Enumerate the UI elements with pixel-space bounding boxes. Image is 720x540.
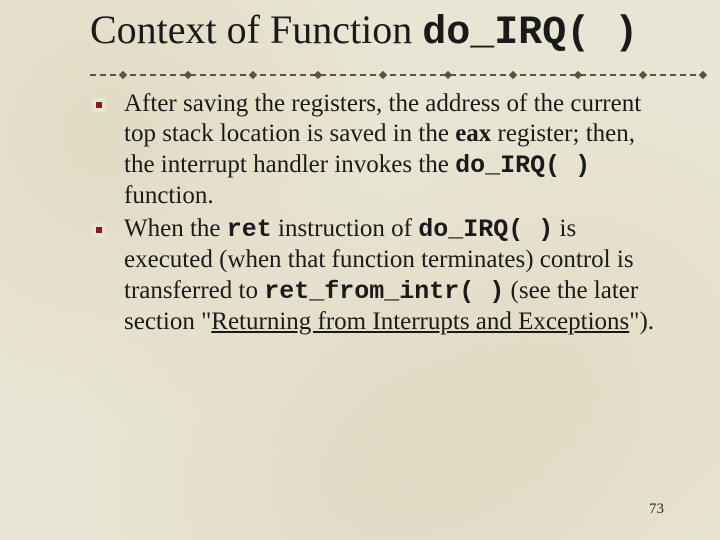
cross-reference-link: Returning from Interrupts and Exceptions (211, 308, 629, 335)
slide: Context of Function do_IRQ( ) After savi… (0, 0, 720, 540)
code-text: do_IRQ( ) (455, 151, 590, 180)
body-text: When the (124, 215, 227, 242)
emphasis-text: eax (455, 120, 491, 147)
body-text: "). (629, 308, 654, 335)
code-text: ret (227, 215, 272, 244)
body-text: function. (124, 182, 214, 209)
body-text: instruction of (272, 215, 419, 242)
list-item: After saving the registers, the address … (124, 89, 668, 212)
title-prefix: Context of Function (90, 7, 422, 52)
bullet-list: After saving the registers, the address … (90, 89, 680, 338)
list-item: When the ret instruction of do_IRQ( ) is… (124, 214, 668, 338)
code-text: ret_from_intr( ) (264, 277, 504, 306)
divider-icon (90, 71, 710, 79)
code-text: do_IRQ( ) (418, 215, 553, 244)
page-number: 73 (649, 501, 664, 518)
title-code: do_IRQ( ) (422, 11, 638, 56)
slide-title: Context of Function do_IRQ( ) (90, 8, 680, 57)
